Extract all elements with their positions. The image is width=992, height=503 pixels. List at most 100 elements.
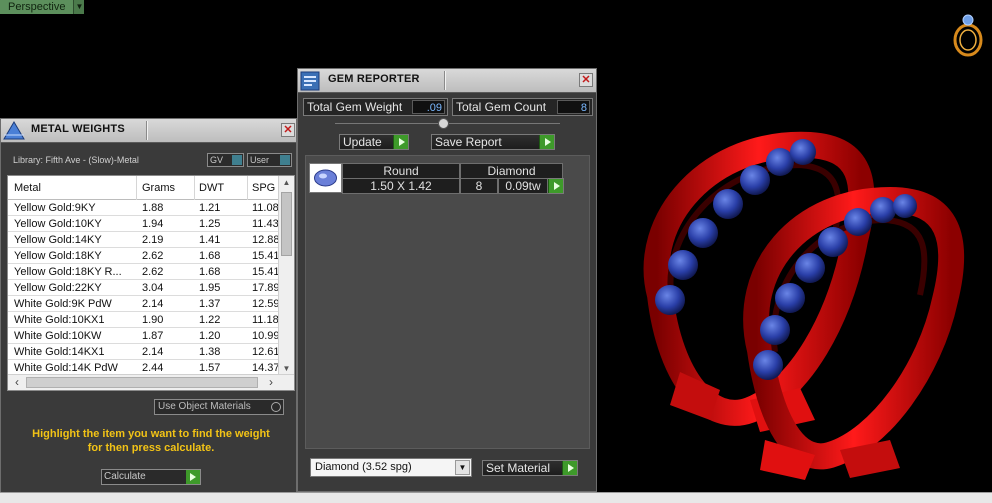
ring-icon[interactable]: [948, 10, 988, 58]
update-label: Update: [343, 135, 382, 149]
cell-dwt: 1.25: [199, 218, 221, 230]
total-gem-weight-field: Total Gem Weight .09: [303, 98, 448, 116]
cell-metal: Yellow Gold:18KY: [14, 250, 102, 262]
cell-metal: Yellow Gold:18KY R...: [14, 266, 122, 278]
3d-viewport[interactable]: Perspective ▼ METAL WEIGHTS ✕ Library: F…: [0, 0, 992, 503]
calculate-button[interactable]: Calculate: [101, 469, 201, 485]
cell-dwt: 1.20: [199, 330, 221, 342]
vertical-scrollbar[interactable]: ▲ ▼: [278, 176, 294, 376]
metal-weights-title: METAL WEIGHTS: [31, 123, 125, 135]
hint-text: Highlight the item you want to find the …: [11, 427, 291, 455]
status-strip: [0, 492, 992, 503]
cell-dwt: 1.21: [199, 202, 221, 214]
round-gem-icon[interactable]: [309, 163, 342, 193]
ring-render: [643, 131, 965, 480]
update-button[interactable]: Update: [339, 134, 409, 150]
metal-weights-icon: [3, 121, 25, 140]
use-object-materials-label: Use Object Materials: [158, 401, 251, 412]
total-gem-count-value: 8: [557, 100, 590, 114]
play-icon: [562, 461, 577, 475]
metal-table[interactable]: Metal Grams DWT SPG Yellow Gold:9KY 1.88 1…: [7, 175, 295, 391]
cell-grams: 3.04: [142, 282, 164, 294]
gem-list-area[interactable]: Round Diamond 1.50 X 1.42 8 0.09tw: [305, 155, 590, 449]
gem-slider[interactable]: [335, 118, 560, 129]
metal-weights-titlebar[interactable]: METAL WEIGHTS ✕: [1, 119, 296, 143]
table-row[interactable]: Yellow Gold:14KY 2.19 1.41 12.88: [8, 232, 280, 248]
table-row[interactable]: White Gold:14KX1 2.14 1.38 12.61: [8, 344, 280, 360]
col-spg[interactable]: SPG: [252, 182, 275, 194]
cell-grams: 1.94: [142, 218, 164, 230]
cell-metal: White Gold:14K PdW: [14, 362, 118, 374]
gem-reporter-title: GEM REPORTER: [328, 73, 420, 85]
cell-dwt: 1.68: [199, 250, 221, 262]
total-gem-count-field: Total Gem Count 8: [452, 98, 593, 116]
play-icon: [186, 470, 200, 484]
cell-grams: 2.14: [142, 298, 164, 310]
view-dropdown-icon[interactable]: ▼: [73, 0, 85, 14]
horizontal-scrollbar[interactable]: ‹ ›: [8, 374, 294, 390]
col-dwt[interactable]: DWT: [199, 182, 224, 194]
cell-dwt: 1.38: [199, 346, 221, 358]
cell-dwt: 1.57: [199, 362, 221, 374]
view-label: Perspective: [0, 0, 74, 14]
cell-grams: 2.62: [142, 250, 164, 262]
cell-grams: 1.88: [142, 202, 164, 214]
material-select[interactable]: Diamond (3.52 spg) ▼: [310, 458, 472, 477]
gem-shape: Round: [342, 163, 460, 179]
chevron-down-icon[interactable]: ▼: [455, 460, 470, 475]
slider-knob[interactable]: [438, 118, 449, 129]
user-toggle[interactable]: User: [247, 153, 292, 167]
table-row[interactable]: Yellow Gold:9KY 1.88 1.21 11.08: [8, 200, 279, 216]
metal-weights-panel: METAL WEIGHTS ✕ Library: Fifth Ave - (Sl…: [0, 118, 297, 493]
gem-reporter-icon: [300, 71, 320, 91]
cell-metal: Yellow Gold:22KY: [14, 282, 102, 294]
cell-grams: 2.19: [142, 234, 164, 246]
cell-metal: Yellow Gold:10KY: [14, 218, 102, 230]
use-object-materials-checkbox[interactable]: Use Object Materials: [154, 399, 284, 415]
cell-grams: 2.62: [142, 266, 164, 278]
gem-size: 1.50 X 1.42: [342, 178, 460, 194]
cell-metal: Yellow Gold:9KY: [14, 202, 96, 214]
close-icon[interactable]: ✕: [579, 73, 593, 87]
close-icon[interactable]: ✕: [281, 123, 295, 137]
table-row[interactable]: White Gold:9K PdW 2.14 1.37 12.59: [8, 296, 280, 312]
gv-toggle[interactable]: GV: [207, 153, 244, 167]
scroll-left-icon[interactable]: ‹: [10, 375, 24, 390]
cell-dwt: 1.68: [199, 266, 221, 278]
table-row[interactable]: Yellow Gold:18KY R... 2.62 1.68 15.41: [8, 264, 280, 280]
hscroll-thumb[interactable]: [26, 377, 258, 388]
gem-row-go-button[interactable]: [548, 178, 564, 194]
table-row[interactable]: Yellow Gold:10KY 1.94 1.25 11.43: [8, 216, 279, 232]
gem-reporter-titlebar[interactable]: GEM REPORTER ✕: [298, 69, 596, 93]
hint-line-1: Highlight the item you want to find the …: [32, 428, 270, 440]
col-separator: [194, 176, 195, 200]
user-toggle-label: User: [250, 155, 270, 165]
gem-count: 8: [460, 178, 498, 194]
col-metal[interactable]: Metal: [14, 182, 41, 194]
play-icon: [393, 135, 408, 149]
gv-toggle-indicator: [232, 155, 242, 165]
scroll-thumb[interactable]: [281, 192, 292, 256]
cell-dwt: 1.95: [199, 282, 221, 294]
table-row[interactable]: Yellow Gold:18KY 2.62 1.68 15.41: [8, 248, 280, 264]
scroll-right-icon[interactable]: ›: [264, 375, 278, 390]
table-row[interactable]: Yellow Gold:22KY 3.04 1.95 17.89: [8, 280, 280, 296]
cell-grams: 2.14: [142, 346, 164, 358]
gem-reporter-panel: GEM REPORTER ✕ Total Gem Weight .09 Tota…: [297, 68, 597, 492]
gem-type: Diamond: [460, 163, 563, 179]
col-grams[interactable]: Grams: [142, 182, 175, 194]
view-selector[interactable]: Perspective ▼: [0, 0, 85, 14]
table-row[interactable]: White Gold:10KW 1.87 1.20 10.99: [8, 328, 280, 344]
cell-grams: 1.90: [142, 314, 164, 326]
cell-metal: White Gold:10KW: [14, 330, 102, 342]
scroll-up-icon[interactable]: ▲: [279, 176, 294, 190]
cell-metal: White Gold:10KX1: [14, 314, 105, 326]
gem-weight: 0.09tw: [498, 178, 548, 194]
save-report-button[interactable]: Save Report: [431, 134, 555, 150]
cell-metal: White Gold:14KX1: [14, 346, 105, 358]
cell-dwt: 1.22: [199, 314, 221, 326]
play-icon: [548, 179, 563, 193]
set-material-label: Set Material: [486, 461, 551, 475]
table-row[interactable]: White Gold:10KX1 1.90 1.22 11.18: [8, 312, 279, 328]
set-material-button[interactable]: Set Material: [482, 460, 578, 476]
